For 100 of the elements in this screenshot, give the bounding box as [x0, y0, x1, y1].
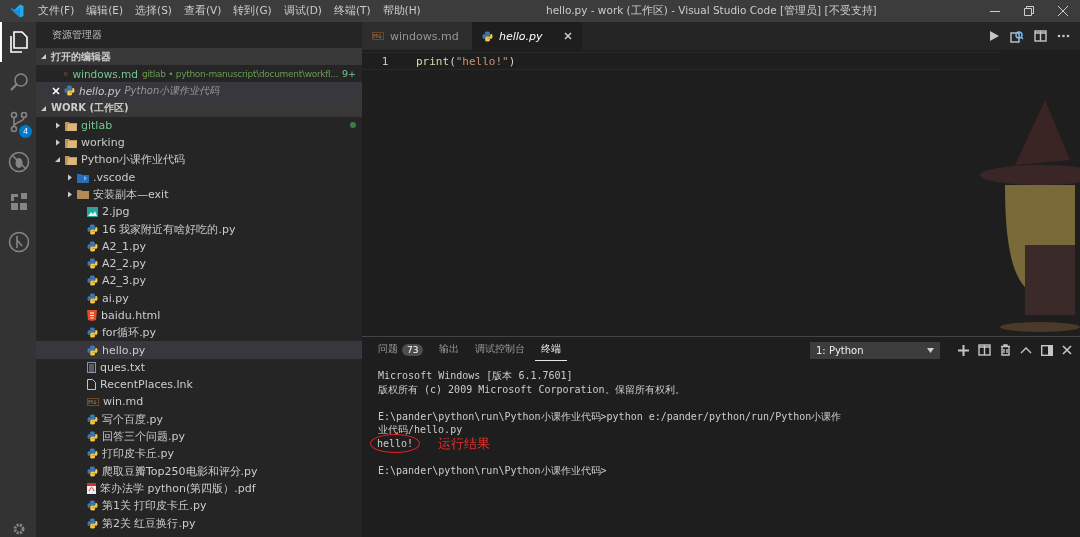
python-icon — [87, 448, 98, 460]
split-editor-icon — [978, 344, 991, 356]
file-tree-item[interactable]: RecentPlaces.lnk — [36, 376, 362, 394]
menu-item[interactable]: 文件(F) — [32, 4, 81, 18]
compare-icon — [1010, 29, 1024, 43]
python-icon — [87, 344, 98, 356]
file-tree-item[interactable]: 安装副本—exit — [36, 185, 362, 204]
annotation-text: 运行结果 — [438, 436, 491, 450]
search-icon — [9, 72, 29, 92]
toolbar-button[interactable] — [1057, 34, 1070, 38]
python-icon — [87, 500, 98, 512]
menu-item[interactable]: 帮助(H) — [376, 4, 427, 18]
file-tree-item[interactable]: working — [36, 133, 362, 152]
count-badge: 4 — [19, 125, 32, 138]
terminal-dropdown[interactable]: 1: Python — [810, 341, 940, 359]
panel-tab[interactable]: 终端 — [535, 339, 568, 361]
menu-item[interactable]: 选择(S) — [129, 4, 178, 18]
toolbar-button[interactable] — [988, 30, 1000, 42]
file-tree-item[interactable]: hello.py — [36, 341, 362, 359]
collapsed-arrow-icon — [54, 139, 61, 147]
file-tree-item[interactable]: 写个百度.py — [36, 410, 362, 428]
file-tree-item[interactable]: A2_1.py — [36, 237, 362, 255]
file-tree-item[interactable]: 笨办法学 python(第四版）.pdf — [36, 479, 362, 498]
panel-tab[interactable]: 输出 — [433, 339, 466, 361]
file-tree-item[interactable]: 爬取豆瓣Top250电影和评分.py — [36, 462, 362, 480]
trash-icon — [1000, 344, 1011, 356]
file-tree-item[interactable]: A2_2.py — [36, 254, 362, 273]
panel-action-button[interactable] — [1020, 346, 1032, 354]
file-tree-item[interactable]: 第2关 红豆换行.py — [36, 514, 362, 532]
python-icon — [64, 85, 75, 97]
file-path-description: Python小课作业代码 — [124, 83, 220, 98]
file-tree-item[interactable]: 第1关 打印皮卡丘.py — [36, 497, 362, 515]
menu-item[interactable]: 编辑(E) — [80, 4, 130, 18]
run-icon — [988, 30, 1000, 42]
file-tree-item[interactable]: win.md — [36, 393, 362, 411]
expanded-arrow-icon — [40, 104, 47, 112]
open-editor-item[interactable]: hello.py Python小课作业代码 — [36, 82, 362, 100]
editor-tab[interactable]: windows.md — [362, 22, 472, 50]
folder-icon — [65, 119, 77, 131]
file-tree-item[interactable]: ques.txt — [36, 358, 362, 377]
file-tree-item[interactable]: 2.jpg — [36, 203, 362, 221]
panel-action-button[interactable] — [1000, 344, 1011, 356]
toolbar-button[interactable] — [1010, 29, 1024, 43]
file-tree-item[interactable]: 16 我家附近有啥好吃的.py — [36, 220, 362, 238]
file-tree-item[interactable]: gitlab — [36, 116, 362, 134]
chevron-up-icon — [1020, 346, 1032, 354]
minimize-icon — [990, 10, 1000, 12]
file-icon — [87, 379, 96, 391]
panel-action-button[interactable] — [1062, 345, 1072, 355]
text-file-icon — [87, 361, 96, 373]
section-header[interactable]: 打开的编辑器 — [36, 48, 362, 65]
activity-button[interactable]: 4 — [0, 102, 36, 142]
file-tree-item[interactable]: for循环.py — [36, 324, 362, 342]
split-editor-icon — [1034, 30, 1047, 42]
menu-item[interactable]: 查看(V) — [177, 4, 228, 18]
panel-tab[interactable]: 调试控制台 — [469, 339, 532, 361]
python-icon — [482, 30, 493, 42]
markdown-icon — [372, 32, 384, 40]
panel-action-button[interactable] — [1041, 344, 1053, 356]
folder-icon — [65, 137, 77, 149]
file-tree-item[interactable]: baidu.html — [36, 306, 362, 325]
markdown-icon — [87, 398, 99, 406]
open-editor-item[interactable]: windows.md gitlab • python-manuscript\document\workfl... 9+ — [36, 65, 362, 83]
panel-tab[interactable]: 问题 73 — [372, 339, 430, 361]
panel-action-button[interactable] — [958, 344, 969, 356]
menu-item[interactable]: 终端(T) — [327, 4, 377, 18]
panel-action-button[interactable] — [978, 344, 991, 356]
app-logo-icon — [10, 4, 24, 18]
editor-tab[interactable]: hello.py — [472, 22, 582, 50]
python-icon — [87, 240, 98, 252]
terminal-line: E:\pander\python\run\Python小课作业代码>python e:/pander/python/run/Python小课作 — [378, 409, 842, 423]
file-tree-item[interactable]: Python小课作业代码 — [36, 151, 362, 169]
settings-icon — [11, 521, 27, 537]
code-line: print("hello!") — [415, 54, 516, 68]
menu-item[interactable]: 调试(D) — [277, 4, 328, 18]
python-icon — [87, 258, 98, 270]
sidebar-title: 资源管理器 — [51, 28, 103, 42]
circle-branch-icon — [8, 231, 30, 253]
toolbar-button[interactable] — [1034, 30, 1047, 42]
code-editor[interactable]: 1 print("hello!") — [362, 50, 1080, 337]
folder-icon — [77, 171, 89, 183]
html-icon — [87, 310, 97, 321]
extensions-icon — [9, 192, 29, 212]
expanded-arrow-icon — [54, 156, 61, 164]
file-tree-item[interactable]: A2_3.py — [36, 272, 362, 290]
debug-icon — [8, 151, 30, 173]
file-tree-item[interactable]: 打印皮卡丘.py — [36, 445, 362, 463]
python-icon — [87, 517, 98, 529]
file-path-description: gitlab • python-manuscript\document\workfl... — [141, 68, 338, 79]
file-tree-item[interactable]: 回答三个问题.py — [36, 427, 362, 446]
add-icon — [958, 344, 969, 356]
file-tree-item[interactable]: .vscode — [36, 168, 362, 186]
menu-item[interactable]: 转到(G) — [227, 4, 278, 18]
python-icon — [87, 223, 98, 235]
python-icon — [87, 292, 98, 304]
window-title: hello.py - work (工作区) - Visual Studio Code [管理员] [不受支持] — [546, 4, 877, 18]
file-tree-item[interactable]: ai.py — [36, 289, 362, 307]
close-icon — [564, 32, 572, 40]
collapsed-arrow-icon — [66, 190, 73, 198]
more-icon — [1057, 34, 1070, 38]
